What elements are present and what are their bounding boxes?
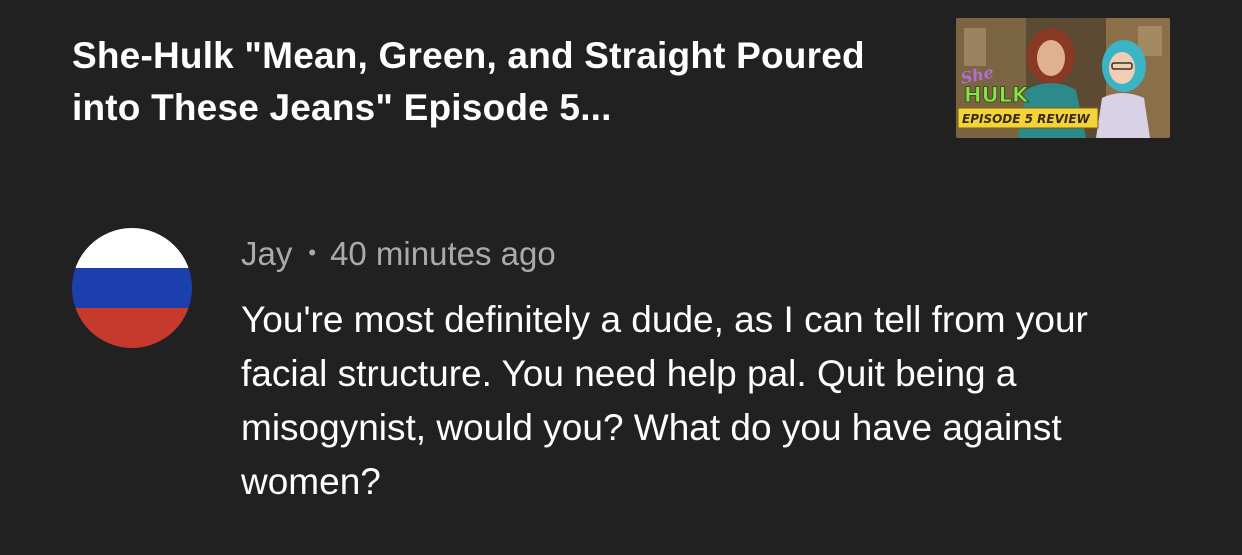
avatar[interactable] [72, 228, 192, 348]
video-title[interactable]: She-Hulk "Mean, Green, and Straight Pour… [72, 30, 912, 134]
thumbnail-logo-main: HULK [964, 83, 1029, 107]
meta-separator: • [308, 240, 317, 266]
video-header[interactable]: She-Hulk "Mean, Green, and Straight Pour… [0, 0, 1242, 160]
video-thumbnail[interactable]: She HULK EPISODE 5 REVIEW [956, 18, 1170, 138]
comment-author[interactable]: Jay [241, 235, 292, 272]
comment-meta: Jay • 40 minutes ago [241, 234, 556, 276]
thumbnail-banner: EPISODE 5 REVIEW [962, 112, 1091, 126]
comment-text: You're most definitely a dude, as I can … [241, 299, 1088, 502]
avatar-flag-stripe-blue [72, 268, 192, 308]
comment: Jay • 40 minutes ago You're most definitel… [0, 220, 1242, 520]
comment-timestamp: 40 minutes ago [330, 235, 556, 272]
comment-notification-page: She-Hulk "Mean, Green, and Straight Pour… [0, 0, 1242, 555]
avatar-flag-stripe-red [72, 308, 192, 348]
avatar-flag-stripe-white [72, 228, 192, 268]
